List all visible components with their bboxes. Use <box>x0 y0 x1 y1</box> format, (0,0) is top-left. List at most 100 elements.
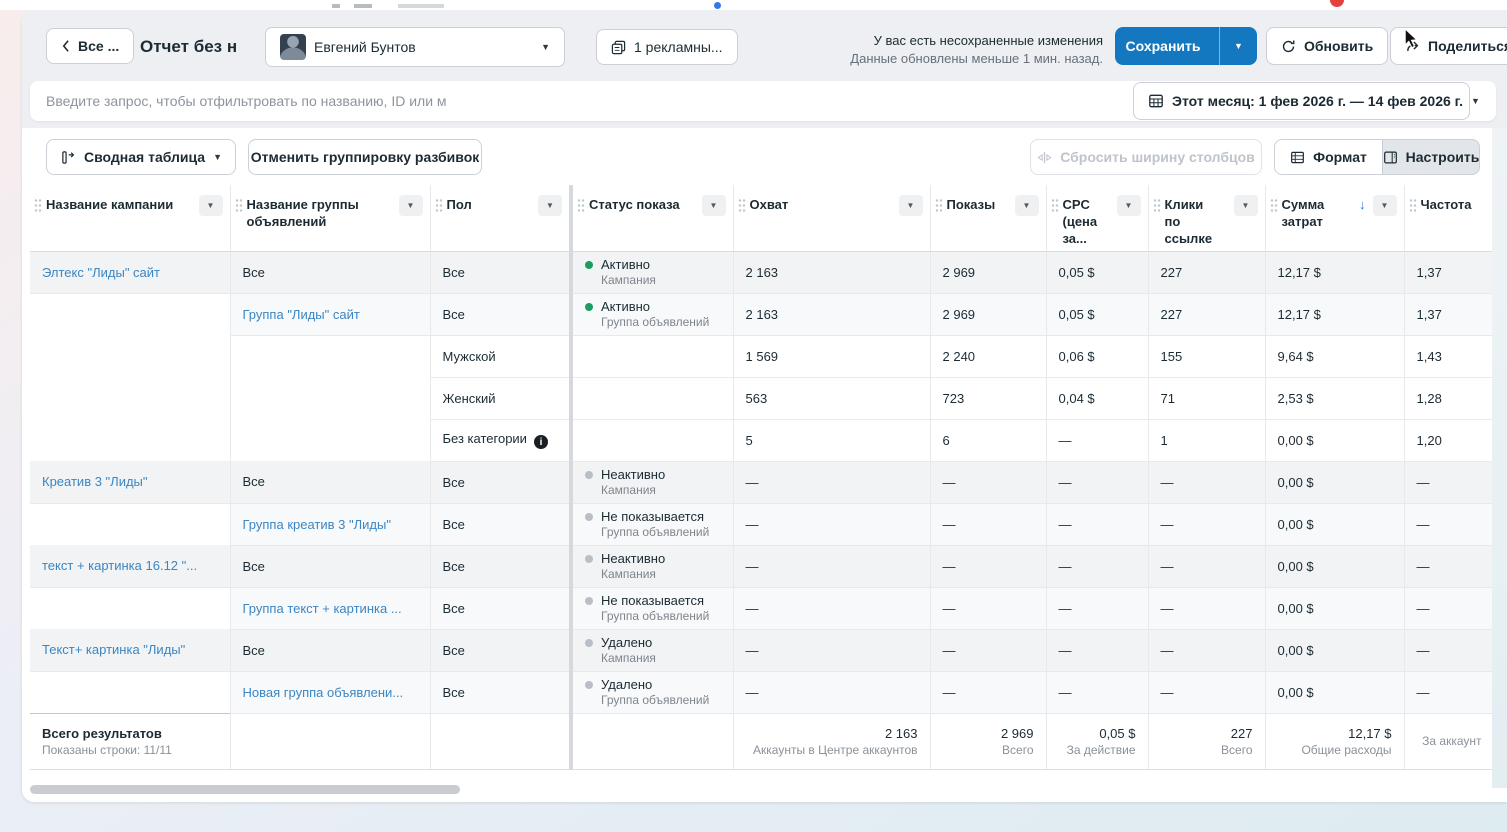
view-type-dropdown[interactable]: Сводная таблица ▼ <box>46 139 236 175</box>
column-header-campaign[interactable]: Название кампании▼ <box>30 185 230 251</box>
drag-handle-icon[interactable] <box>1409 198 1417 212</box>
status-label: Активно <box>601 257 656 273</box>
cell-frequency: 1,37 <box>1404 251 1492 293</box>
save-options-button[interactable]: ▼ <box>1219 27 1257 65</box>
adset-link[interactable]: Группа "Лиды" сайт <box>243 307 360 322</box>
cell-frequency: — <box>1404 587 1492 629</box>
cell-adset: Все <box>230 545 430 587</box>
column-header-status[interactable]: Статус показа▼ <box>571 185 733 251</box>
account-selector[interactable]: Евгений Бунтов ▼ <box>265 27 565 67</box>
status-label: Не показывается <box>601 593 709 609</box>
totals-value: 227 <box>1161 725 1253 742</box>
back-button[interactable]: Все ... <box>46 28 134 64</box>
cell-value: 0,00 $ <box>1278 475 1314 490</box>
clipped-app-icon <box>714 2 721 9</box>
reset-column-width-button: Сбросить ширину столбцов <box>1030 139 1262 175</box>
campaign-link[interactable]: Текст+ картинка "Лиды" <box>42 642 185 657</box>
campaign-link[interactable]: текст + картинка 16.12 "... <box>42 558 197 573</box>
table-row: текст + картинка 16.12 "...ВсеВсеНеактив… <box>30 545 1492 587</box>
campaign-link[interactable]: Элтекс "Лиды" сайт <box>42 265 160 280</box>
cell-value: Без категории <box>443 431 527 446</box>
cell-value: — <box>746 559 759 574</box>
totals-cell-spend: 12,17 $Общие расходы <box>1265 713 1404 769</box>
column-menu-button[interactable]: ▼ <box>899 195 923 216</box>
cell-spend: 0,00 $ <box>1265 545 1404 587</box>
cell-reach: — <box>733 545 930 587</box>
cell-status: НеактивноКампания <box>571 461 733 503</box>
status-dot-inactive <box>585 639 593 647</box>
drag-handle-icon[interactable] <box>235 198 243 212</box>
campaign-link[interactable]: Креатив 3 "Лиды" <box>42 474 148 489</box>
adset-link[interactable]: Новая группа объявлени... <box>243 685 404 700</box>
status-level-label: Кампания <box>601 567 665 582</box>
refresh-button[interactable]: Обновить <box>1266 27 1388 65</box>
drag-handle-icon[interactable] <box>1051 198 1059 212</box>
cell-value: 6 <box>943 433 950 448</box>
cell-frequency: — <box>1404 671 1492 713</box>
column-header-gender[interactable]: Пол▼ <box>430 185 571 251</box>
cell-value: — <box>943 643 956 658</box>
notification-badge <box>1330 0 1344 7</box>
ad-account-button[interactable]: 1 рекламны... <box>596 29 738 65</box>
column-header-impressions[interactable]: Показы▼ <box>930 185 1046 251</box>
column-label: Название группы объявлений <box>247 196 379 230</box>
cell-value: Все <box>443 517 465 532</box>
cell-campaign: Текст+ картинка "Лиды" <box>30 629 230 671</box>
column-menu-button[interactable]: ▼ <box>1117 195 1141 216</box>
cell-status: НеактивноКампания <box>571 545 733 587</box>
cell-status <box>571 377 733 419</box>
drag-handle-icon[interactable] <box>1270 198 1278 212</box>
totals-title: Всего результатов <box>42 725 218 742</box>
save-split-button[interactable]: Сохранить ▼ <box>1115 27 1257 65</box>
column-menu-button[interactable]: ▼ <box>1234 195 1258 216</box>
drag-handle-icon[interactable] <box>577 198 585 212</box>
info-icon[interactable]: i <box>534 435 548 449</box>
drag-handle-icon[interactable] <box>435 198 443 212</box>
column-menu-button[interactable]: ▼ <box>702 195 726 216</box>
save-button[interactable]: Сохранить <box>1115 27 1211 65</box>
browser-edge-strip <box>0 0 1507 10</box>
column-label: Частота <box>1421 196 1472 213</box>
refresh-icon <box>1281 39 1296 54</box>
column-header-adset[interactable]: Название группы объявлений ▼ <box>230 185 430 251</box>
horizontal-scrollbar[interactable] <box>30 785 460 794</box>
totals-cell-status <box>571 713 733 769</box>
table-row: Новая группа объявлени...ВсеУдаленоГрупп… <box>30 671 1492 713</box>
cell-gender: Без категории i <box>430 419 571 461</box>
adset-link[interactable]: Группа креатив 3 "Лиды" <box>243 517 391 532</box>
cell-spend: 12,17 $ <box>1265 251 1404 293</box>
avatar <box>280 34 306 60</box>
adset-link[interactable]: Группа текст + картинка ... <box>243 601 402 616</box>
column-menu-button[interactable]: ▼ <box>1015 195 1039 216</box>
delivery-status: АктивноКампания <box>585 253 721 292</box>
format-button[interactable]: Формат <box>1274 139 1383 175</box>
cell-value: Все <box>243 265 265 280</box>
column-header-spend[interactable]: Сумма затрат↓▼ <box>1265 185 1404 251</box>
column-header-cpc[interactable]: CPC (цена за...▼ <box>1046 185 1148 251</box>
account-name: Евгений Бунтов <box>314 39 416 55</box>
data-updated-line: Данные обновлены меньше 1 мин. назад. <box>850 50 1103 68</box>
drag-handle-icon[interactable] <box>34 198 42 212</box>
customize-button[interactable]: Настроить <box>1382 139 1480 175</box>
column-header-reach[interactable]: Охват▼ <box>733 185 930 251</box>
cell-gender: Все <box>430 545 571 587</box>
drag-handle-icon[interactable] <box>1153 198 1161 212</box>
cell-cpc: 0,04 $ <box>1046 377 1148 419</box>
drag-handle-icon[interactable] <box>738 198 746 212</box>
column-menu-button[interactable]: ▼ <box>1373 195 1397 216</box>
cell-impressions: — <box>930 629 1046 671</box>
drag-handle-icon[interactable] <box>935 198 943 212</box>
column-menu-button[interactable]: ▼ <box>538 195 562 216</box>
cell-spend: 0,00 $ <box>1265 587 1404 629</box>
cell-spend: 0,00 $ <box>1265 419 1404 461</box>
column-header-frequency[interactable]: Частота <box>1404 185 1492 251</box>
ungroup-breakdowns-button[interactable]: Отменить группировку разбивок <box>248 139 482 175</box>
cell-gender: Все <box>430 503 571 545</box>
cell-value: 1,20 <box>1417 433 1442 448</box>
date-range-button[interactable]: Этот месяц: 1 фев 2026 г. — 14 фев 2026 … <box>1133 82 1470 120</box>
column-menu-button[interactable]: ▼ <box>199 195 223 216</box>
clipped-text-fragment <box>332 4 340 8</box>
column-menu-button[interactable]: ▼ <box>399 195 423 216</box>
status-label: Не показывается <box>601 509 709 525</box>
column-header-clicks[interactable]: Клики по ссылке▼ <box>1148 185 1265 251</box>
